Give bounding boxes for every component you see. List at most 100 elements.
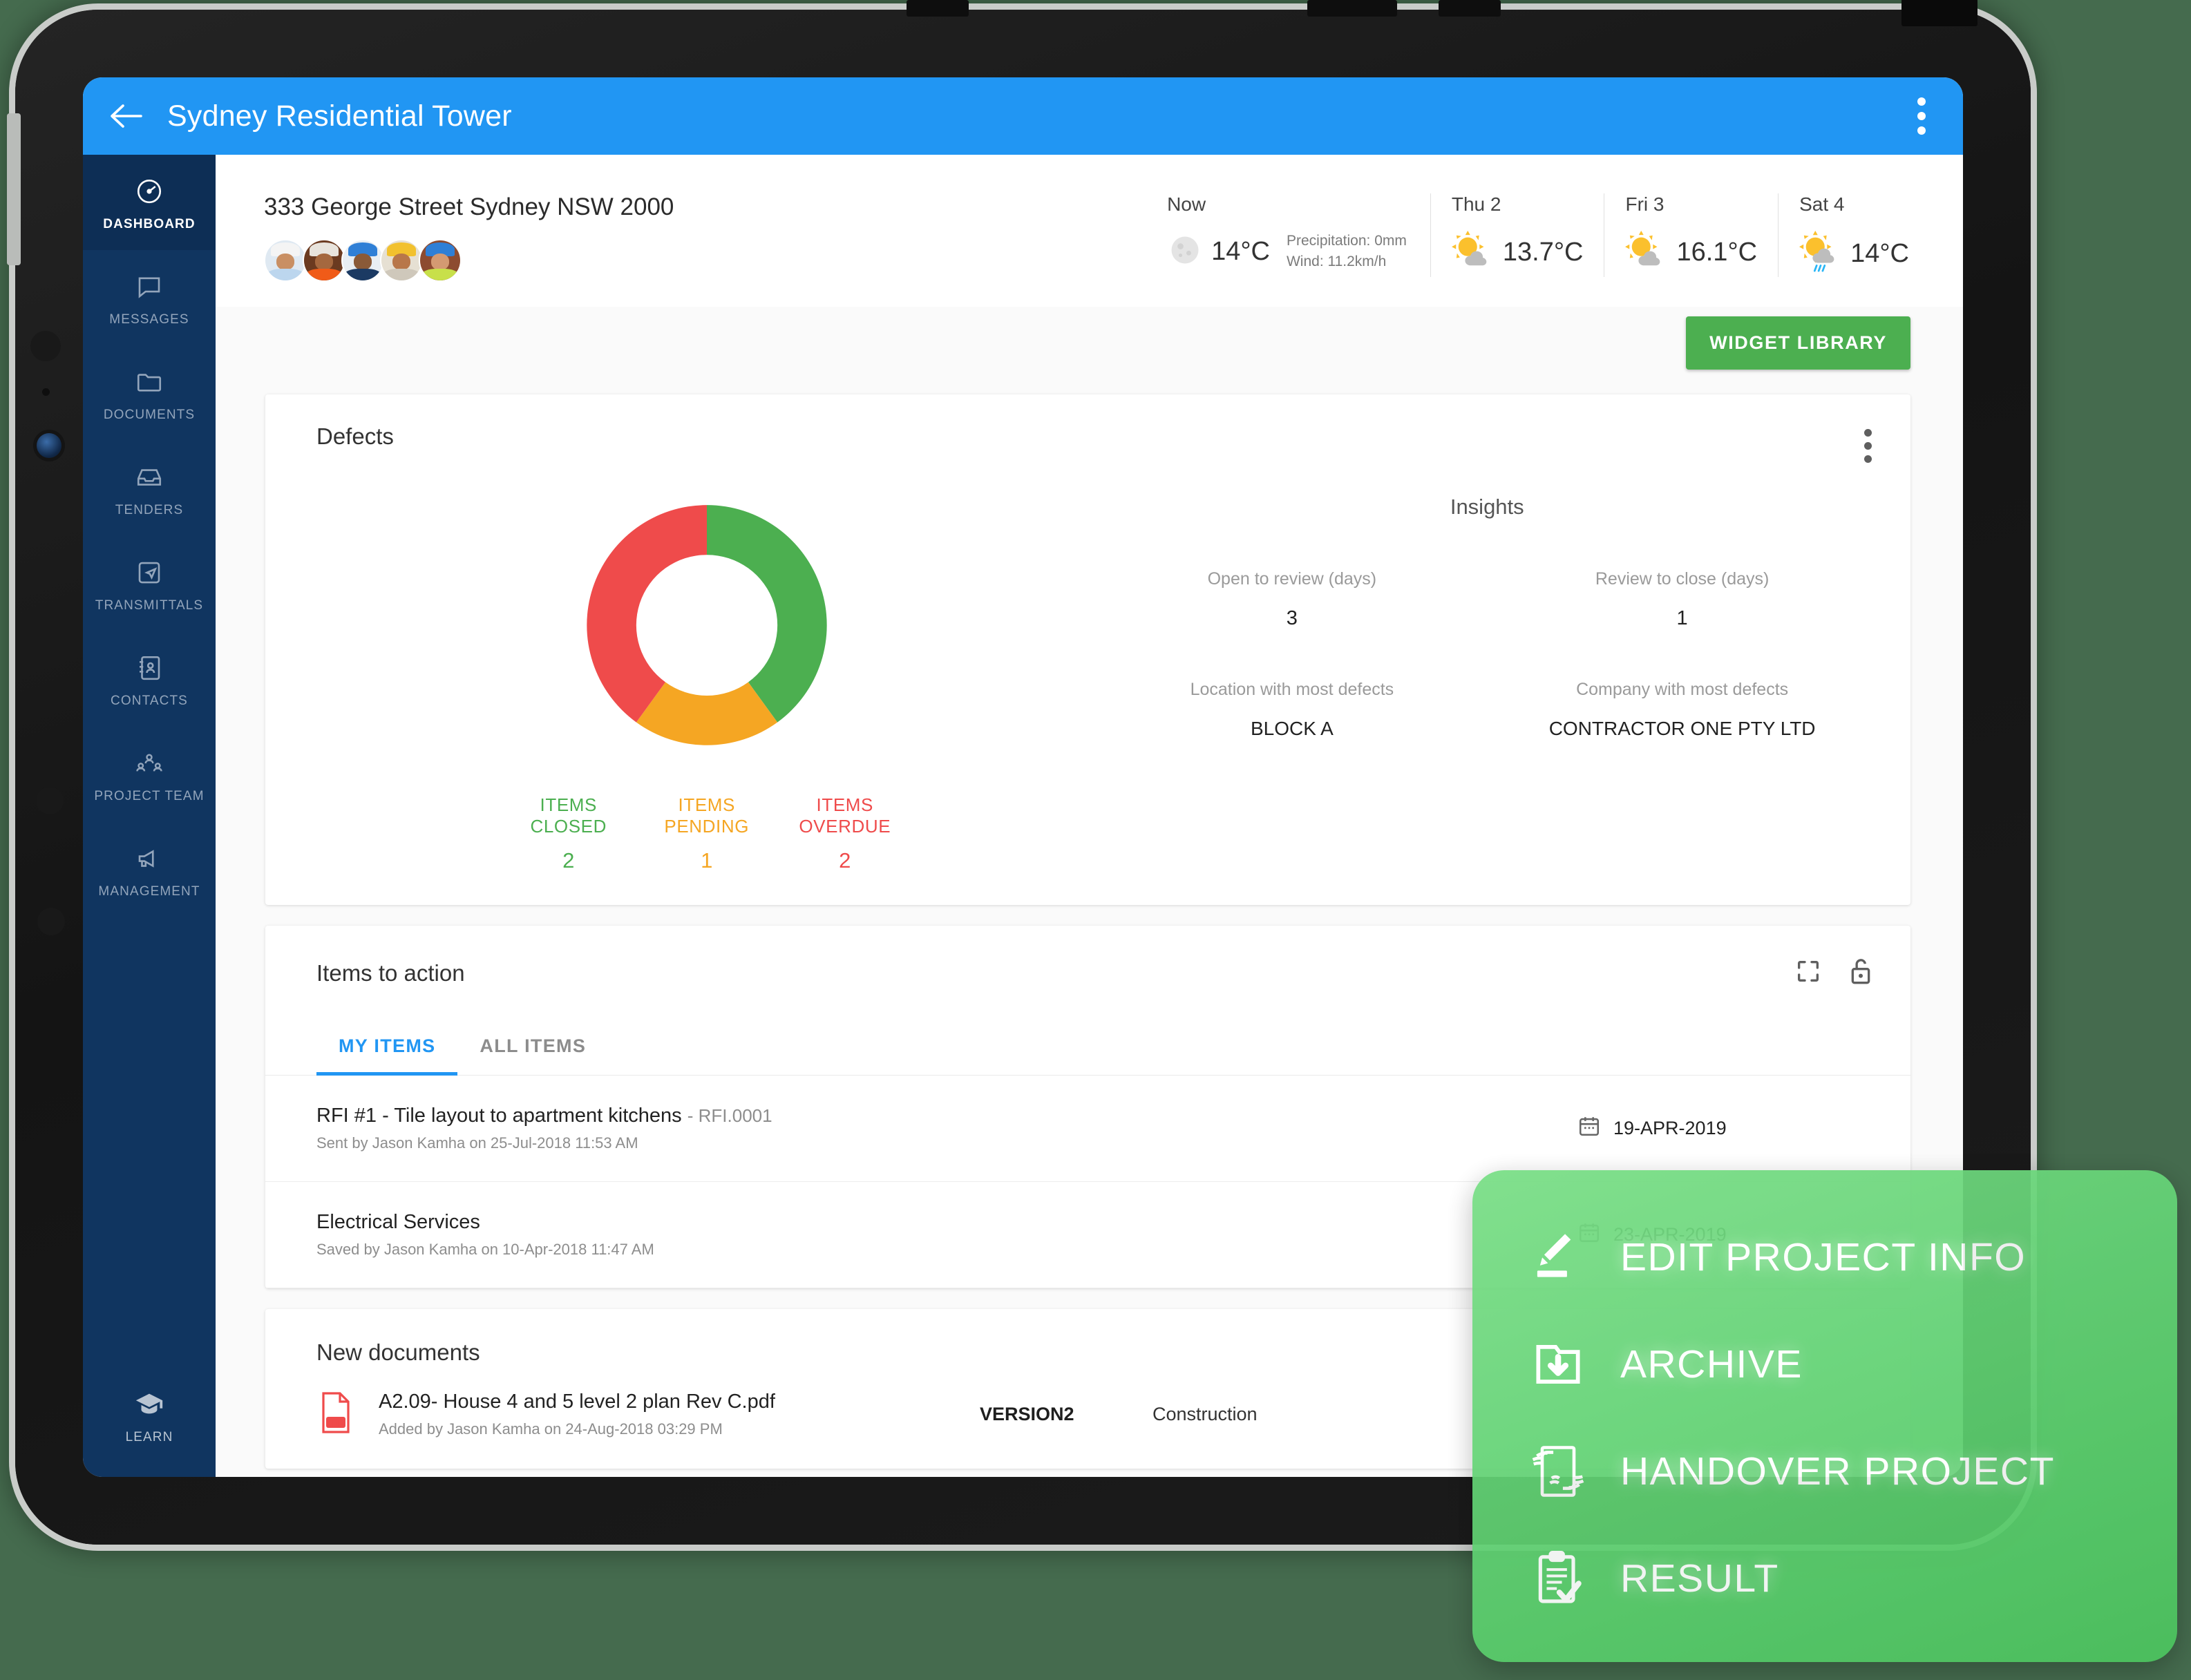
- insight-value: 3: [1286, 607, 1298, 629]
- widget-library-button[interactable]: WIDGET LIBRARY: [1686, 316, 1910, 370]
- sidebar-item-label: TRANSMITTALS: [95, 598, 204, 613]
- device-top-button: [1307, 0, 1397, 17]
- send-document-icon: [86, 557, 213, 589]
- insight-value: 1: [1676, 607, 1688, 629]
- menu-item-label: RESULT: [1620, 1556, 1779, 1601]
- address-book-icon: [86, 652, 213, 684]
- insight-company-most-defects: Company with most defects CONTRACTOR ONE…: [1487, 680, 1877, 740]
- avatar[interactable]: [264, 239, 307, 282]
- menu-item-handover-project[interactable]: HANDOVER PROJECT: [1472, 1418, 2177, 1525]
- calendar-icon: [1577, 1114, 1601, 1143]
- action-row-main: Electrical Services Saved by Jason Kamha…: [316, 1211, 1577, 1259]
- legend-item-overdue: ITEMS OVERDUE 2: [776, 794, 914, 873]
- insight-label: Location with most defects: [1190, 680, 1394, 699]
- sidebar-item-learn[interactable]: LEARN: [83, 1368, 216, 1477]
- weather-temp: 14°C: [1850, 239, 1909, 268]
- insights-title: Insights: [1450, 495, 1524, 519]
- back-arrow-icon[interactable]: [108, 97, 146, 135]
- fullscreen-icon[interactable]: [1794, 957, 1822, 989]
- defects-donut-chart: [579, 497, 835, 753]
- clipboard-check-icon: [1514, 1548, 1602, 1609]
- legend-label: ITEMS CLOSED: [530, 794, 607, 837]
- tab-all-items[interactable]: ALL ITEMS: [457, 1024, 608, 1075]
- tab-my-items[interactable]: MY ITEMS: [316, 1024, 458, 1076]
- avatar[interactable]: [419, 239, 462, 282]
- sidebar-item-label: TENDERS: [115, 503, 184, 517]
- menu-item-archive[interactable]: ARCHIVE: [1472, 1310, 2177, 1418]
- action-row-date-text: 19-APR-2019: [1613, 1118, 1727, 1138]
- table-row[interactable]: RFI #1 - Tile layout to apartment kitche…: [265, 1076, 1910, 1182]
- insight-label: Review to close (days): [1595, 569, 1770, 589]
- folder-icon: [86, 366, 213, 398]
- menu-item-edit-project-info[interactable]: EDIT PROJECT INFO: [1472, 1203, 2177, 1310]
- weather-forecast-day: Thu 2 13.7°C: [1430, 193, 1604, 277]
- device-sensor-hole: [42, 388, 50, 396]
- insight-label: Open to review (days): [1207, 569, 1377, 589]
- menu-item-label: HANDOVER PROJECT: [1620, 1449, 2055, 1493]
- menu-item-label: ARCHIVE: [1620, 1342, 1803, 1386]
- handover-hands-icon: [1514, 1440, 1602, 1503]
- action-row-code: - RFI.0001: [687, 1105, 772, 1126]
- device-speaker-hole: [36, 787, 64, 814]
- document-title: A2.09- House 4 and 5 level 2 plan Rev C.…: [379, 1391, 775, 1413]
- action-row-title-text: RFI #1 - Tile layout to apartment kitche…: [316, 1105, 682, 1127]
- sidebar-item-label: CONTACTS: [111, 694, 188, 708]
- unlock-icon[interactable]: [1847, 956, 1875, 990]
- sun-cloud-icon: [1625, 231, 1668, 274]
- menu-item-label: EDIT PROJECT INFO: [1620, 1234, 2027, 1279]
- avatar[interactable]: [380, 239, 423, 282]
- items-to-action-header: Items to action: [265, 926, 1910, 990]
- insight-value: BLOCK A: [1250, 718, 1334, 739]
- weather-now: Now 14°C Precipitation: 0mm Wind: 11.2km…: [1146, 193, 1430, 277]
- sidebar-item-project-team[interactable]: PROJECT TEAM: [83, 727, 216, 822]
- avatar[interactable]: [303, 239, 345, 282]
- legend-value: 2: [562, 848, 575, 872]
- defects-insights-column: Insights Open to review (days) 3 Review …: [1097, 475, 1878, 873]
- legend-value: 2: [839, 848, 851, 872]
- more-vertical-icon[interactable]: [1859, 423, 1877, 468]
- sidebar: DASHBOARD MESSAGES DOCUMENTS TENDERS TRA…: [83, 155, 216, 1477]
- sidebar-item-tenders[interactable]: TENDERS: [83, 441, 216, 536]
- defects-card: Defects ITEMS CLOSED 2 ITEMS PENDING 1 I…: [265, 394, 1910, 905]
- document-main: A2.09- House 4 and 5 level 2 plan Rev C.…: [379, 1391, 980, 1438]
- sidebar-item-messages[interactable]: MESSAGES: [83, 250, 216, 345]
- sidebar-item-dashboard[interactable]: DASHBOARD: [83, 155, 216, 250]
- weather-day-label: Thu 2: [1451, 193, 1501, 215]
- items-to-action-tabs: MY ITEMS ALL ITEMS: [265, 1024, 1910, 1076]
- sidebar-item-management[interactable]: MANAGEMENT: [83, 822, 216, 917]
- more-vertical-icon[interactable]: [1910, 90, 1933, 142]
- items-to-action-title: Items to action: [316, 960, 465, 986]
- weather-panel: Now 14°C Precipitation: 0mm Wind: 11.2km…: [1146, 193, 1930, 277]
- weather-day-label: Now: [1167, 193, 1206, 215]
- action-row-subtitle: Sent by Jason Kamha on 25-Jul-2018 11:53…: [316, 1134, 638, 1152]
- people-group-icon: [86, 747, 213, 779]
- weather-temp: 13.7°C: [1502, 238, 1584, 267]
- action-row-title: RFI #1 - Tile layout to apartment kitche…: [316, 1105, 1577, 1127]
- moon-icon: [1167, 232, 1203, 271]
- avatar[interactable]: [341, 239, 384, 282]
- document-subtitle: Added by Jason Kamha on 24-Aug-2018 03:2…: [379, 1420, 723, 1438]
- sidebar-item-label: PROJECT TEAM: [94, 789, 205, 803]
- insight-review-to-close: Review to close (days) 1: [1487, 569, 1877, 630]
- device-speaker-hole: [30, 331, 61, 361]
- device-top-button: [1439, 0, 1501, 17]
- menu-item-result[interactable]: RESULT: [1472, 1525, 2177, 1632]
- insight-open-to-review: Open to review (days) 3: [1097, 569, 1488, 630]
- items-to-action-header-icons: [1794, 956, 1875, 990]
- legend-label: ITEMS OVERDUE: [799, 794, 891, 837]
- graduation-cap-icon: [86, 1388, 213, 1420]
- project-meta: 333 George Street Sydney NSW 2000: [264, 193, 674, 282]
- chat-bubble-icon: [86, 271, 213, 303]
- action-row-title-text: Electrical Services: [316, 1211, 480, 1233]
- weather-forecast-day: Fri 3 16.1°C: [1604, 193, 1778, 277]
- inbox-tray-icon: [86, 461, 213, 493]
- defects-card-body: ITEMS CLOSED 2 ITEMS PENDING 1 ITEMS OVE…: [316, 475, 1877, 873]
- project-team-avatars[interactable]: [264, 239, 674, 282]
- defects-card-header: Defects: [316, 423, 1877, 468]
- document-status: Construction: [1153, 1404, 1258, 1424]
- page-title: Sydney Residential Tower: [167, 99, 512, 133]
- sidebar-item-contacts[interactable]: CONTACTS: [83, 631, 216, 727]
- sidebar-item-documents[interactable]: DOCUMENTS: [83, 345, 216, 441]
- document-version: VERSION2: [980, 1404, 1074, 1424]
- sidebar-item-transmittals[interactable]: TRANSMITTALS: [83, 536, 216, 631]
